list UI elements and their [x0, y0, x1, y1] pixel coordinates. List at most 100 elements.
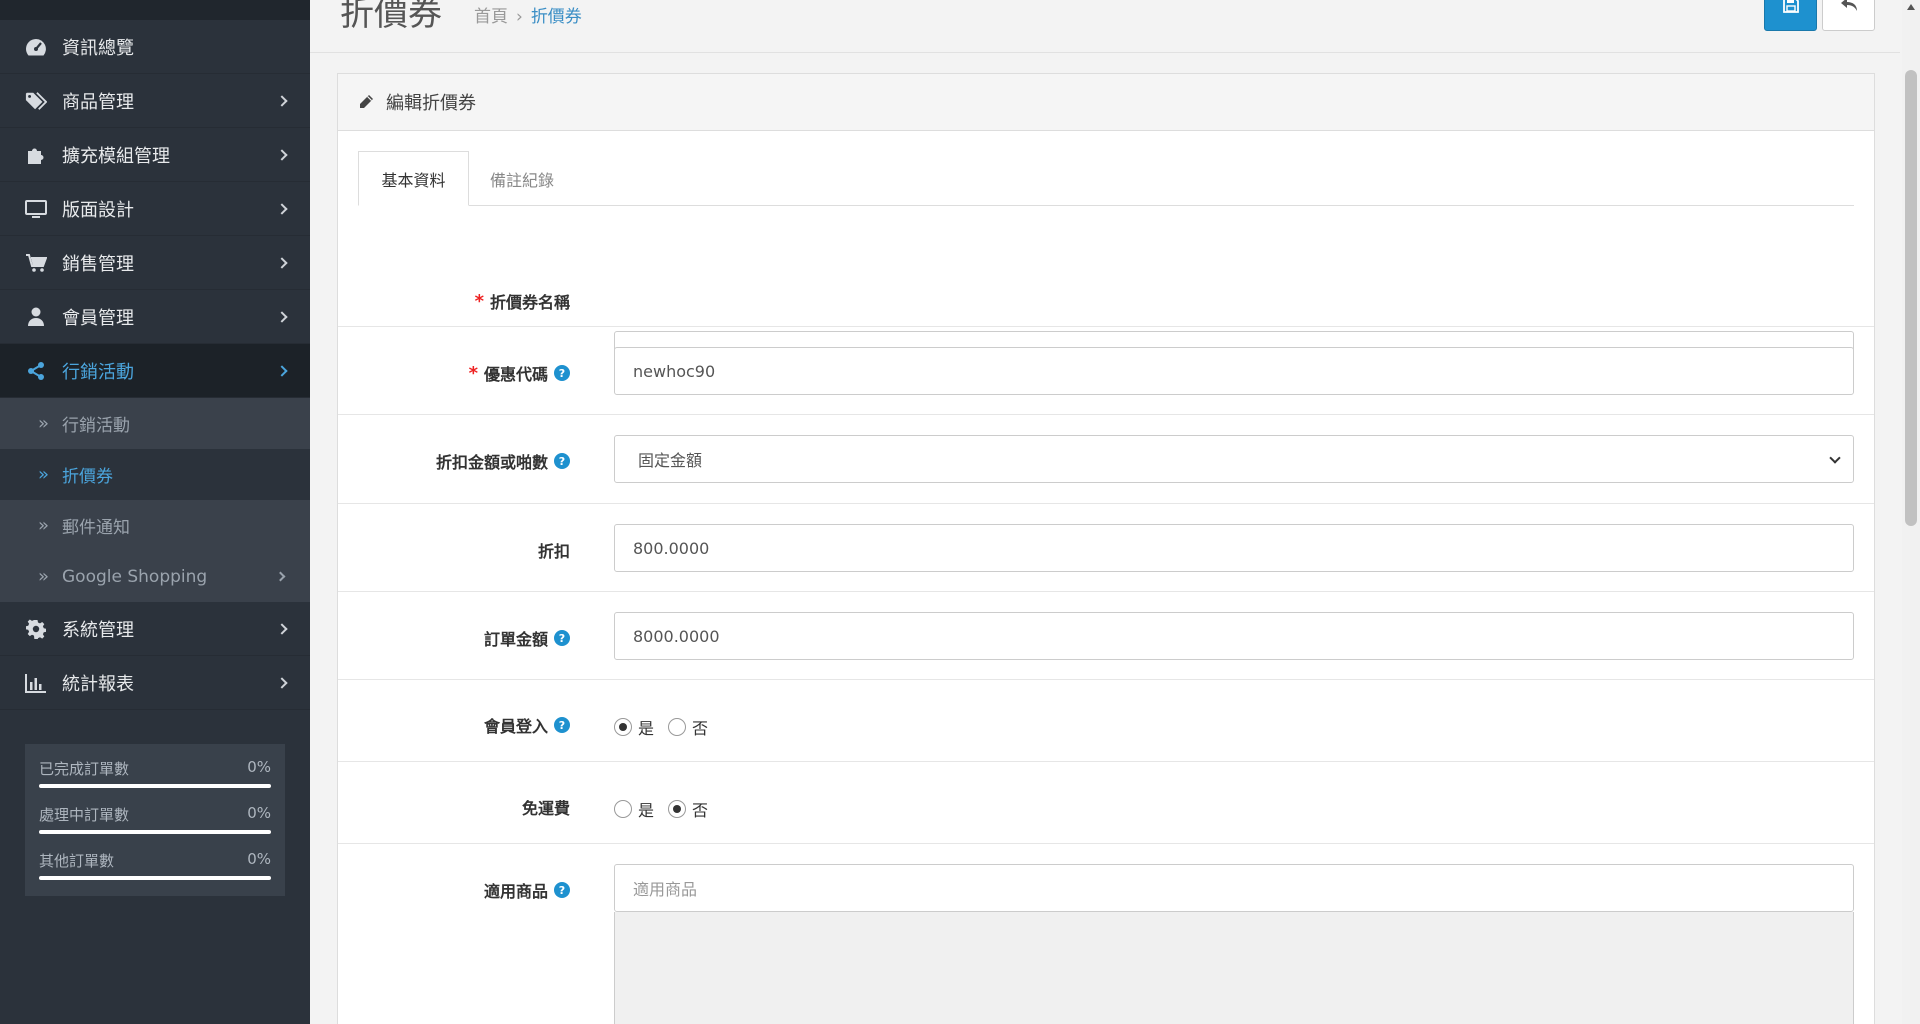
sidebar-item-design[interactable]: 版面設計 [0, 182, 310, 236]
stat-progress-bar [39, 784, 271, 788]
page-title: 折價券 [340, 0, 442, 34]
chevron-right-icon [276, 202, 288, 215]
sidebar-item-extensions[interactable]: 擴充模組管理 [0, 128, 310, 182]
double-chevron-right-icon: » [38, 413, 50, 434]
sidebar-subitem-mail[interactable]: » 郵件通知 [0, 500, 310, 551]
back-button[interactable] [1822, 0, 1875, 31]
logged-no-option[interactable]: 否 [668, 715, 708, 739]
product-autocomplete-input[interactable]: 適用商品 [614, 864, 1854, 912]
stat-other-orders: 其他訂單數 0% [39, 850, 271, 896]
discount-type-select[interactable]: 固定金額 [614, 435, 1854, 483]
radio-checked[interactable] [668, 800, 687, 818]
stat-label: 已完成訂單數 [39, 760, 130, 778]
page-header: 折價券 首頁 › 折價券 [310, 0, 1900, 53]
field-label-text: 折扣金額或啪數 [435, 453, 548, 472]
form-row-products: 適用商品 ? 適用商品 [338, 843, 1874, 1024]
sidebar-item-reports[interactable]: 統計報表 [0, 656, 310, 710]
field-label: 適用商品 ? [484, 878, 570, 902]
bar-chart-icon [25, 672, 47, 694]
user-icon [25, 306, 47, 328]
save-button[interactable] [1764, 0, 1817, 31]
form-row-logged: 會員登入 ? 是 否 [338, 679, 1874, 761]
select-value: 固定金額 [638, 451, 703, 470]
required-asterisk: * [468, 362, 478, 384]
sidebar-subitem-marketing[interactable]: » 行銷活動 [0, 398, 310, 449]
chevron-right-icon [276, 310, 288, 323]
breadcrumb-home-link[interactable]: 首頁 [474, 7, 508, 27]
radio-checked[interactable] [614, 718, 632, 736]
sidebar-item-dashboard[interactable]: 資訊總覽 [0, 20, 310, 74]
breadcrumb-current-link[interactable]: 折價券 [531, 7, 582, 27]
shipping-yes-option[interactable]: 是 [614, 797, 654, 821]
field-label: 折扣金額或啪數 ? [436, 449, 570, 473]
panel-heading: 編輯折價券 [338, 74, 1874, 131]
chevron-right-icon [276, 148, 288, 161]
field-label: 免運費 [522, 795, 570, 819]
double-chevron-right-icon: » [38, 515, 50, 536]
chevron-right-icon [276, 256, 288, 269]
page-scrollbar[interactable] [1902, 0, 1920, 1024]
shipping-no-option[interactable]: 否 [668, 797, 708, 821]
double-chevron-right-icon: » [38, 566, 50, 587]
sidebar-subitem-coupon[interactable]: » 折價券 [0, 449, 310, 500]
radio-label: 否 [692, 719, 709, 738]
product-list-box [614, 912, 1854, 1024]
sidebar-top-strip [0, 0, 310, 20]
sidebar-item-marketing[interactable]: 行銷活動 [0, 344, 310, 398]
radio-unchecked[interactable] [614, 800, 632, 818]
sidebar-item-system[interactable]: 系統管理 [0, 602, 310, 656]
edit-coupon-panel: 編輯折價券 基本資料 備註紀錄 * 折價券名稱 新會員折價券 * 優惠代碼 ? … [337, 73, 1875, 1024]
stat-progress-bar [39, 830, 271, 834]
order-stats-box: 已完成訂單數 0% 處理中訂單數 0% 其他訂單數 0% [25, 744, 285, 896]
sidebar-submenu-marketing: » 行銷活動 » 折價券 » 郵件通知 » Google Shopping [0, 398, 310, 602]
sidebar-item-label: 行銷活動 [62, 361, 134, 383]
sidebar-item-label: 系統管理 [62, 619, 134, 641]
reply-icon [1840, 0, 1858, 17]
field-label-text: 適用商品 [483, 882, 548, 901]
sidebar-item-products[interactable]: 商品管理 [0, 74, 310, 128]
field-label-text: 優惠代碼 [483, 365, 548, 384]
sidebar-subitem-label: Google Shopping [62, 566, 208, 587]
chevron-right-icon [276, 364, 288, 377]
chevron-right-icon [276, 676, 288, 689]
sidebar-subitem-google-shopping[interactable]: » Google Shopping [0, 551, 310, 602]
radio-unchecked[interactable] [668, 718, 687, 736]
logged-yes-option[interactable]: 是 [614, 715, 654, 739]
monitor-icon [25, 198, 47, 220]
gear-icon [25, 618, 47, 640]
field-label: * 折價券名稱 [475, 289, 570, 313]
sidebar-item-customers[interactable]: 會員管理 [0, 290, 310, 344]
field-label-text: 訂單金額 [483, 630, 548, 649]
help-icon[interactable]: ? [554, 630, 570, 646]
order-total-input[interactable]: 8000.0000 [614, 612, 1854, 660]
field-label-text: 免運費 [521, 799, 570, 818]
stat-processing-orders: 處理中訂單數 0% [39, 804, 271, 850]
stat-value: 0% [247, 850, 271, 868]
sidebar-item-label: 銷售管理 [62, 253, 134, 275]
chevron-right-icon [275, 571, 286, 582]
scrollbar-thumb[interactable] [1905, 70, 1917, 526]
scroll-up-arrow-icon[interactable] [1907, 4, 1915, 10]
chevron-down-icon [1829, 452, 1841, 464]
dashboard-icon [25, 36, 47, 58]
radio-label: 否 [692, 801, 709, 820]
form-row-shipping: 免運費 是 否 [338, 761, 1874, 843]
help-icon[interactable]: ? [554, 882, 570, 898]
tab-general[interactable]: 基本資料 [358, 151, 469, 206]
stat-value: 0% [247, 758, 271, 776]
form-row-total: 訂單金額 ? 8000.0000 [338, 591, 1874, 679]
pencil-icon [358, 94, 374, 110]
tab-history[interactable]: 備註紀錄 [470, 151, 574, 206]
sidebar-item-sales[interactable]: 銷售管理 [0, 236, 310, 290]
help-icon[interactable]: ? [554, 453, 570, 469]
coupon-code-input[interactable]: newhoc90 [614, 347, 1854, 395]
cart-icon [25, 252, 47, 274]
discount-input[interactable]: 800.0000 [614, 524, 1854, 572]
field-label-text: 折扣 [537, 542, 570, 561]
help-icon[interactable]: ? [554, 365, 570, 381]
sidebar-item-label: 資訊總覽 [62, 37, 134, 59]
help-icon[interactable]: ? [554, 717, 570, 733]
form-row-type: 折扣金額或啪數 ? 固定金額 [338, 414, 1874, 503]
sidebar-item-label: 統計報表 [62, 673, 134, 695]
sidebar-item-label: 擴充模組管理 [62, 145, 170, 167]
